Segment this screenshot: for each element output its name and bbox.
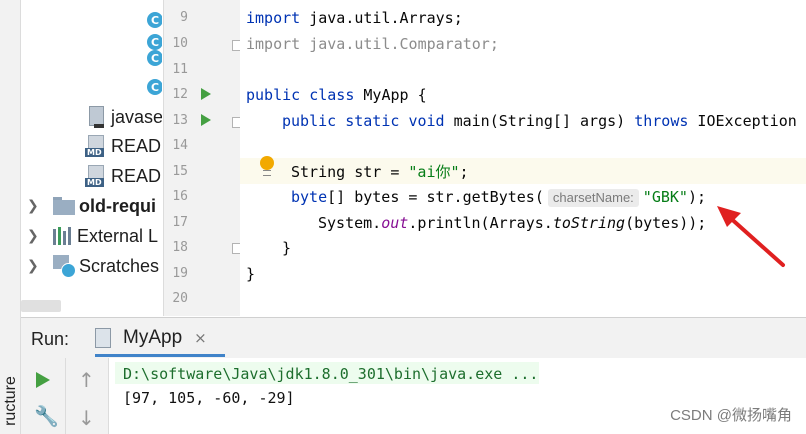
tree-item-old-requi[interactable]: ❯ old-requi — [27, 192, 156, 220]
line-number: 11 — [172, 62, 188, 77]
line-number: 17 — [172, 215, 188, 230]
structure-tool-tab[interactable]: ructure — [2, 376, 20, 426]
class-icon: C — [147, 12, 162, 28]
folder-icon — [53, 197, 75, 215]
tree-item-class[interactable]: C — [147, 44, 162, 72]
tree-item-class[interactable]: C — [147, 73, 162, 101]
code-line-10: import java.util.Comparator; — [246, 35, 499, 53]
editor-gutter: 9 10 11 12 13 14 15 16 17 18 19 20 — [163, 0, 243, 316]
line-number: 14 — [172, 138, 188, 153]
code-line-17: System.out.println(Arrays.toString(bytes… — [318, 214, 707, 232]
code-line-15: String str = "ai你"; — [291, 163, 469, 181]
tree-item-readme[interactable]: MD READ — [85, 132, 161, 160]
parameter-hint: charsetName: — [547, 189, 639, 207]
close-icon[interactable]: × — [194, 329, 207, 347]
lightbulb-base — [263, 170, 271, 176]
tree-item-label: javase — [111, 106, 162, 127]
tree-horizontal-scrollbar[interactable] — [21, 300, 61, 312]
side-tool-stripe: ructure — [0, 0, 21, 434]
line-number: 15 — [172, 164, 188, 179]
tree-item-scratches[interactable]: ❯ Scratches — [27, 252, 159, 280]
lightbulb-icon[interactable] — [260, 156, 274, 170]
code-line-19: } — [246, 265, 256, 283]
tree-item-label: Scratches — [79, 255, 160, 276]
tree-item-label: READ — [111, 135, 162, 156]
line-number: 9 — [180, 10, 188, 25]
line-number: 13 — [172, 113, 188, 128]
line-number: 12 — [172, 87, 188, 102]
tree-item-external-libraries[interactable]: ❯ External L — [27, 222, 158, 250]
run-tab-label: MyApp — [123, 327, 183, 348]
class-icon: C — [147, 79, 162, 95]
chevron-right-icon[interactable]: ❯ — [27, 258, 41, 274]
run-main-icon[interactable] — [201, 114, 211, 126]
wrench-icon[interactable]: 🔧 — [34, 404, 59, 428]
console-output: [97, 105, -60, -29] — [123, 389, 295, 407]
tree-item-label: External L — [77, 225, 159, 246]
line-number: 18 — [172, 240, 188, 255]
run-scroll-toolbar: ↑ ↓ — [66, 358, 109, 434]
chevron-right-icon[interactable]: ❯ — [27, 198, 41, 214]
markdown-icon: MD — [85, 165, 105, 187]
tree-item-javase[interactable]: javase — [87, 103, 162, 131]
annotation-arrow — [717, 206, 785, 267]
line-number: 10 — [172, 36, 188, 51]
run-panel-header: Run: MyApp × — [21, 317, 806, 359]
line-number: 20 — [172, 291, 188, 306]
run-class-icon[interactable] — [201, 88, 211, 100]
code-line-13: public static void main(String[] args) t… — [282, 112, 806, 130]
tree-item-label: READ — [111, 165, 162, 186]
run-tab-myapp[interactable]: MyApp × — [95, 322, 225, 354]
chevron-right-icon[interactable]: ❯ — [27, 228, 41, 244]
tree-item-label: old-requi — [79, 195, 156, 216]
console-command: D:\software\Java\jdk1.8.0_301\bin\java.e… — [123, 365, 539, 383]
code-line-9: import java.util.Arrays; — [246, 9, 463, 27]
markdown-icon: MD — [85, 135, 105, 157]
line-number: 19 — [172, 266, 188, 281]
application-icon — [95, 328, 113, 348]
arrow-up-icon[interactable]: ↑ — [78, 368, 95, 392]
code-line-18: } — [282, 239, 292, 257]
code-line-12: public class MyApp { — [246, 86, 427, 104]
watermark: CSDN @微扬嘴角 — [670, 407, 792, 424]
scratches-icon — [53, 255, 76, 278]
active-tab-underline — [95, 354, 225, 357]
run-panel-label: Run: — [31, 329, 70, 349]
java-file-icon — [87, 106, 105, 128]
run-toolbar: 🔧 — [21, 358, 66, 434]
tree-item-readme[interactable]: MD READ — [85, 162, 161, 190]
library-icon — [53, 227, 71, 245]
line-number: 16 — [172, 189, 188, 204]
class-icon: C — [147, 50, 162, 66]
code-line-16: byte[] bytes = str.getBytes(charsetName:… — [291, 188, 707, 207]
arrow-down-icon[interactable]: ↓ — [78, 406, 95, 430]
rerun-icon[interactable] — [36, 372, 50, 388]
project-tree: C C C C javase MD READ MD READ ❯ old-req… — [21, 0, 162, 316]
